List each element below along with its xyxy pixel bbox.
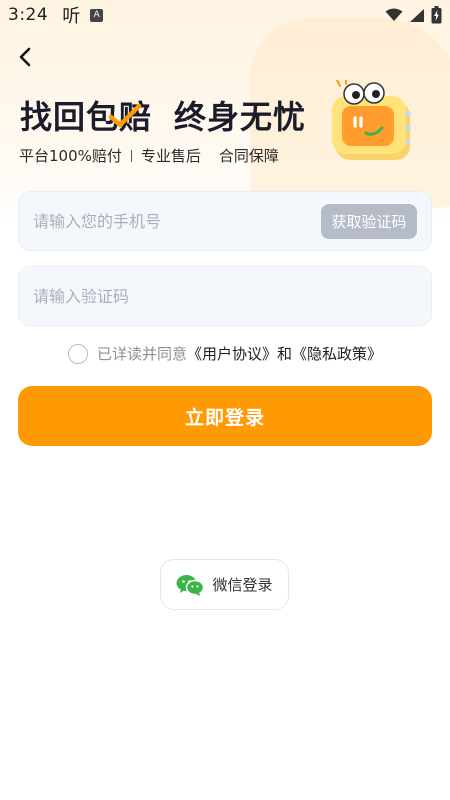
get-code-button[interactable]: 获取验证码 <box>321 204 417 239</box>
wechat-login-label: 微信登录 <box>212 576 273 594</box>
status-bar: 3:24 听 A <box>0 0 450 30</box>
agreement-checkbox[interactable] <box>68 343 88 364</box>
code-input[interactable] <box>33 267 313 325</box>
hero-title: 找回包赔 终身无忧 <box>20 92 306 138</box>
feature-divider <box>130 149 132 162</box>
phone-field[interactable]: 获取验证码 <box>18 191 432 251</box>
check-mark-icon <box>108 103 142 128</box>
wechat-login-button[interactable]: 微信登录 <box>160 559 289 610</box>
status-badge: A <box>90 8 104 22</box>
feature-compensation: 平台100%赔付 <box>19 147 122 165</box>
back-button[interactable] <box>14 45 36 69</box>
wechat-icon <box>176 574 205 596</box>
feature-contract: 合同保障 <box>218 147 279 165</box>
status-app-glyph: 听 <box>62 6 81 27</box>
agreement-and: 和 <box>277 345 293 363</box>
hero-title-part2: 终身无忧 <box>174 98 307 136</box>
wifi-icon <box>385 8 403 21</box>
status-time: 3:24 <box>8 5 49 25</box>
agreement-row: 已详读并同意 《用户协议》 和 《隐私政策》 <box>68 343 382 364</box>
feature-after-sales: 专业售后 <box>140 147 201 165</box>
status-icons <box>385 6 442 24</box>
user-agreement-link[interactable]: 《用户协议》 <box>187 343 277 364</box>
privacy-policy-link[interactable]: 《隐私政策》 <box>292 343 382 364</box>
signal-icon <box>410 8 424 22</box>
mascot-illustration <box>332 80 411 160</box>
agreement-prefix: 已详读并同意 <box>97 345 188 363</box>
login-button[interactable]: 立即登录 <box>18 386 432 446</box>
hero-features: 平台100%赔付 专业售后 合同保障 <box>19 145 279 166</box>
battery-charging-icon <box>431 6 442 24</box>
phone-input[interactable] <box>33 192 313 250</box>
code-field[interactable] <box>18 266 432 326</box>
chevron-left-icon <box>19 47 31 67</box>
